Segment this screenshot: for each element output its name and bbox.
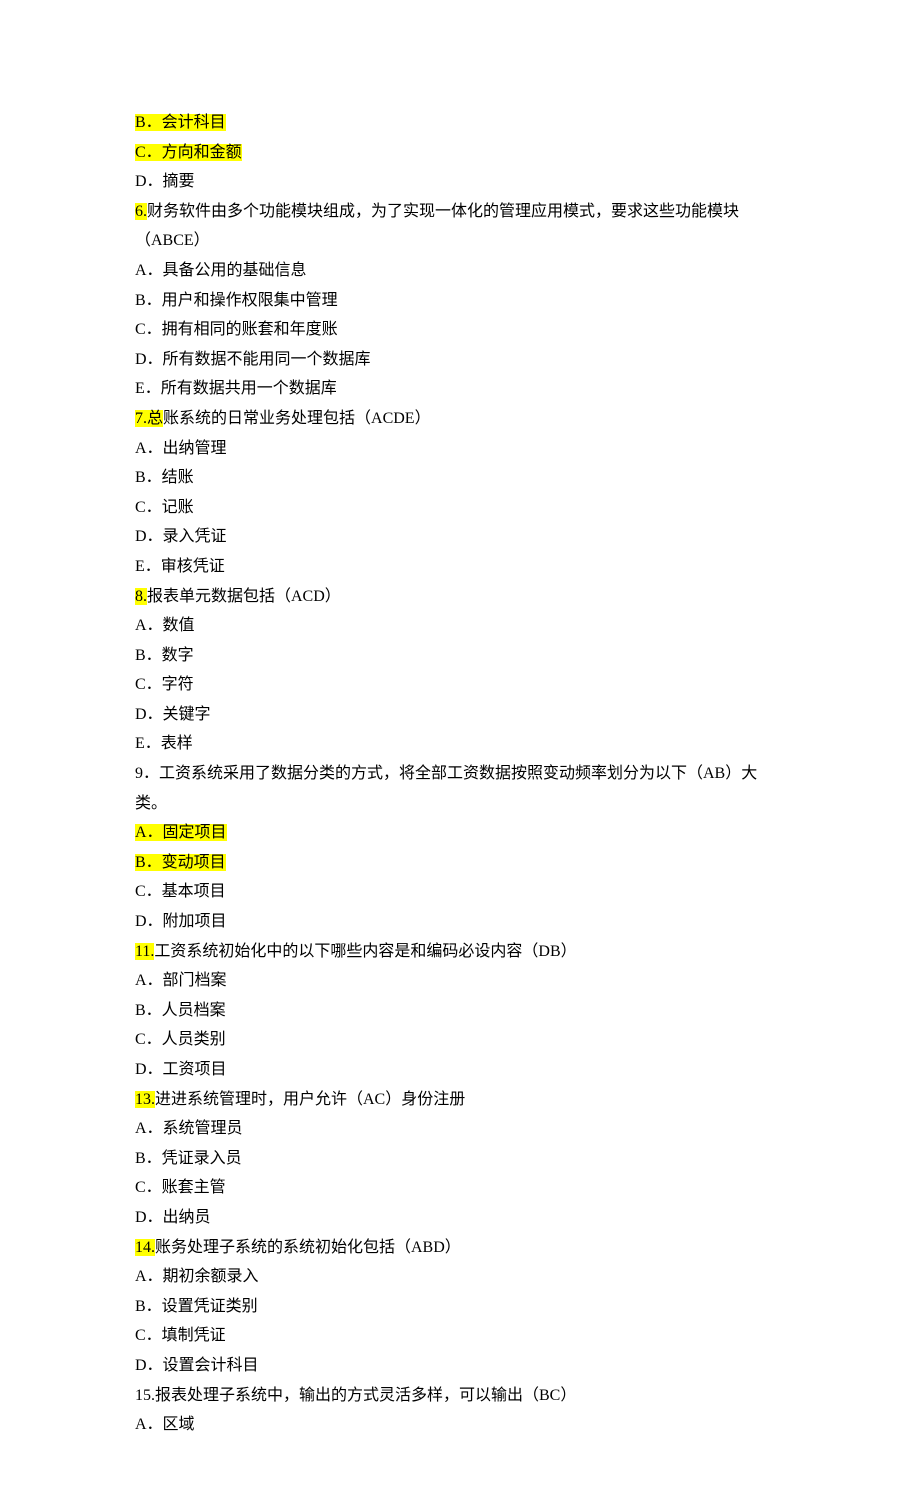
- text-line: A．固定项目: [135, 818, 785, 848]
- text-line: B．设置凭证类别: [135, 1292, 785, 1322]
- highlighted-text: 11.: [135, 943, 154, 960]
- text-line: A．出纳管理: [135, 434, 785, 464]
- plain-text: E．审核凭证: [135, 558, 225, 575]
- text-line: D．附加项目: [135, 907, 785, 937]
- highlighted-text: B．会计科目: [135, 114, 226, 131]
- text-line: C．填制凭证: [135, 1321, 785, 1351]
- plain-text: A．系统管理员: [135, 1120, 243, 1137]
- plain-text: A．部门档案: [135, 972, 227, 989]
- plain-text: C．记账: [135, 499, 194, 516]
- plain-text: D．设置会计科目: [135, 1357, 259, 1374]
- plain-text: B．人员档案: [135, 1002, 226, 1019]
- text-line: C．账套主管: [135, 1173, 785, 1203]
- text-line: A．区域: [135, 1410, 785, 1440]
- text-line: B．人员档案: [135, 996, 785, 1026]
- text-line: D．工资项目: [135, 1055, 785, 1085]
- plain-text: 15.报表处理子系统中，输出的方式灵活多样，可以输出（BC）: [135, 1387, 576, 1404]
- plain-text: 进进系统管理时，用户允许（AC）身份注册: [155, 1091, 465, 1108]
- text-line: E．所有数据共用一个数据库: [135, 374, 785, 404]
- text-line: C．字符: [135, 670, 785, 700]
- text-line: B．用户和操作权限集中管理: [135, 286, 785, 316]
- text-line: D．录入凭证: [135, 522, 785, 552]
- text-line: D．所有数据不能用同一个数据库: [135, 345, 785, 375]
- text-line: C．人员类别: [135, 1025, 785, 1055]
- highlighted-text: 14.: [135, 1239, 155, 1256]
- plain-text: D．所有数据不能用同一个数据库: [135, 351, 371, 368]
- text-line: D．出纳员: [135, 1203, 785, 1233]
- plain-text: C．拥有相同的账套和年度账: [135, 321, 338, 338]
- highlighted-text: 7.总: [135, 410, 163, 427]
- plain-text: 财务软件由多个功能模块组成，为了实现一体化的管理应用模式，要求这些功能模块（AB…: [135, 203, 739, 250]
- text-line: C．基本项目: [135, 877, 785, 907]
- plain-text: B．用户和操作权限集中管理: [135, 292, 338, 309]
- text-line: 7.总账系统的日常业务处理包括（ACDE）: [135, 404, 785, 434]
- plain-text: C．人员类别: [135, 1031, 226, 1048]
- text-line: B．数字: [135, 641, 785, 671]
- plain-text: 账系统的日常业务处理包括（ACDE）: [163, 410, 431, 427]
- document-body: B．会计科目 C．方向和金额 D．摘要 6.财务软件由多个功能模块组成，为了实现一体化…: [135, 108, 785, 1440]
- plain-text: 报表单元数据包括（ACD）: [147, 588, 341, 605]
- text-line: B．会计科目: [135, 108, 785, 138]
- text-line: C．方向和金额: [135, 138, 785, 168]
- plain-text: D．出纳员: [135, 1209, 211, 1226]
- text-line: A．期初余额录入: [135, 1262, 785, 1292]
- text-line: 6.财务软件由多个功能模块组成，为了实现一体化的管理应用模式，要求这些功能模块（…: [135, 197, 785, 256]
- plain-text: A．期初余额录入: [135, 1268, 259, 1285]
- plain-text: 工资系统初始化中的以下哪些内容是和编码必设内容（DB）: [154, 943, 576, 960]
- plain-text: B．凭证录入员: [135, 1150, 242, 1167]
- plain-text: C．账套主管: [135, 1179, 226, 1196]
- text-line: D．摘要: [135, 167, 785, 197]
- text-line: E．审核凭证: [135, 552, 785, 582]
- plain-text: A．出纳管理: [135, 440, 227, 457]
- text-line: A．部门档案: [135, 966, 785, 996]
- text-line: 8.报表单元数据包括（ACD）: [135, 582, 785, 612]
- text-line: 9．工资系统采用了数据分类的方式，将全部工资数据按照变动频率划分为以下（AB）大…: [135, 759, 785, 818]
- plain-text: D．摘要: [135, 173, 195, 190]
- plain-text: D．附加项目: [135, 913, 227, 930]
- plain-text: D．关键字: [135, 706, 211, 723]
- text-line: 13.进进系统管理时，用户允许（AC）身份注册: [135, 1085, 785, 1115]
- plain-text: 9．工资系统采用了数据分类的方式，将全部工资数据按照变动频率划分为以下（AB）大…: [135, 765, 757, 812]
- plain-text: A．区域: [135, 1416, 195, 1433]
- text-line: 14.账务处理子系统的系统初始化包括（ABD）: [135, 1233, 785, 1263]
- plain-text: C．填制凭证: [135, 1327, 226, 1344]
- text-line: 15.报表处理子系统中，输出的方式灵活多样，可以输出（BC）: [135, 1381, 785, 1411]
- plain-text: B．设置凭证类别: [135, 1298, 258, 1315]
- plain-text: A．数值: [135, 617, 195, 634]
- plain-text: 账务处理子系统的系统初始化包括（ABD）: [155, 1239, 461, 1256]
- text-line: B．变动项目: [135, 848, 785, 878]
- text-line: C．记账: [135, 493, 785, 523]
- text-line: D．关键字: [135, 700, 785, 730]
- text-line: C．拥有相同的账套和年度账: [135, 315, 785, 345]
- highlighted-text: 8.: [135, 588, 147, 605]
- highlighted-text: 13.: [135, 1091, 155, 1108]
- text-line: A．系统管理员: [135, 1114, 785, 1144]
- plain-text: D．录入凭证: [135, 528, 227, 545]
- plain-text: C．字符: [135, 676, 194, 693]
- plain-text: C．基本项目: [135, 883, 226, 900]
- highlighted-text: A．固定项目: [135, 824, 227, 841]
- text-line: A．数值: [135, 611, 785, 641]
- text-line: 11.工资系统初始化中的以下哪些内容是和编码必设内容（DB）: [135, 937, 785, 967]
- plain-text: B．数字: [135, 647, 194, 664]
- highlighted-text: B．变动项目: [135, 854, 226, 871]
- plain-text: E．所有数据共用一个数据库: [135, 380, 337, 397]
- highlighted-text: 6.: [135, 203, 147, 220]
- text-line: A．具备公用的基础信息: [135, 256, 785, 286]
- highlighted-text: C．方向和金额: [135, 144, 242, 161]
- text-line: E．表样: [135, 729, 785, 759]
- text-line: B．结账: [135, 463, 785, 493]
- plain-text: D．工资项目: [135, 1061, 227, 1078]
- plain-text: B．结账: [135, 469, 194, 486]
- text-line: D．设置会计科目: [135, 1351, 785, 1381]
- plain-text: E．表样: [135, 735, 193, 752]
- text-line: B．凭证录入员: [135, 1144, 785, 1174]
- plain-text: A．具备公用的基础信息: [135, 262, 307, 279]
